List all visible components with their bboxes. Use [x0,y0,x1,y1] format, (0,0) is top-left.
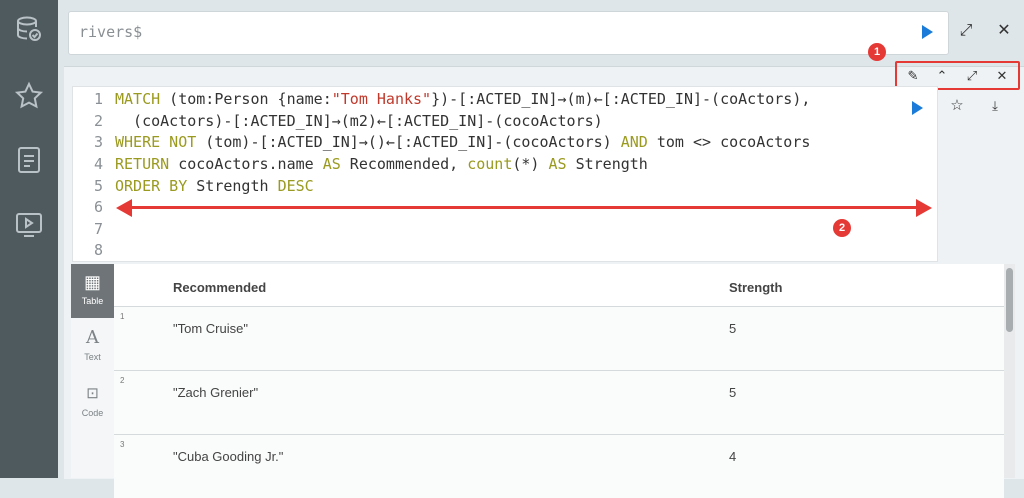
play-icon[interactable] [922,25,933,39]
code-line-1: 1 MATCH (tom:Person {name:"Tom Hanks"})-[… [93,90,811,108]
editor-prompt[interactable]: rivers$ [79,23,142,41]
database-icon[interactable] [14,14,44,44]
text-icon: A [86,327,99,348]
document-icon[interactable] [14,145,44,175]
star-outline-icon[interactable]: ☆ [948,97,966,115]
code-editor[interactable]: 1 MATCH (tom:Person {name:"Tom Hanks"})-[… [72,86,938,262]
code-line-6: 6 [93,198,103,216]
column-header-strength[interactable]: Strength [729,280,782,295]
chevron-up-icon[interactable]: ⌃ [934,68,950,84]
close-icon[interactable]: ✕ [995,22,1013,40]
column-header-recommended[interactable]: Recommended [173,280,266,295]
table-icon: ▦ [83,272,101,292]
star-icon[interactable] [14,81,44,111]
tab-table[interactable]: ▦ Table [71,264,114,318]
annotation-badge-2: 2 [833,219,851,237]
code-icon: ⊡ [86,385,99,402]
tab-code[interactable]: ⊡ Code [71,376,114,430]
results-scrollbar[interactable] [1004,264,1015,478]
annotation-arrow [126,206,920,209]
code-line-8: 8 [93,241,103,259]
view-switcher: ▦ Table A Text ⊡ Code [71,264,114,478]
table-row[interactable]: 2 "Zach Grenier" 5 [114,370,1004,434]
code-line-4: 4 RETURN cocoActors.name AS Recommended, … [93,155,648,173]
table-row[interactable]: 1 "Tom Cruise" 5 [114,306,1004,370]
pin-icon[interactable]: ✎ [905,68,921,84]
fullscreen-icon[interactable]: ⤢ [964,68,980,84]
sidebar [0,0,58,478]
play-icon[interactable] [912,101,923,115]
query-editor-bar[interactable]: rivers$ [68,11,949,55]
annotation-arrow-right-head [916,199,932,217]
table-row[interactable]: 3 "Cuba Gooding Jr." 4 [114,434,1004,498]
video-play-icon[interactable] [14,210,44,240]
close-icon[interactable]: ✕ [994,68,1010,84]
code-line-2: 2 (coActors)-[:ACTED_IN]→(m2)←[:ACTED_IN… [93,112,603,130]
code-line-3: 3 WHERE NOT (tom)-[:ACTED_IN]→()←[:ACTED_… [93,133,811,151]
expand-icon[interactable]: ⤢ [957,22,975,40]
code-line-5: 5 ORDER BY Strength DESC [93,177,314,195]
scrollbar-thumb[interactable] [1006,268,1013,332]
download-icon[interactable]: ⤓ [986,97,1004,115]
tab-text[interactable]: A Text [71,320,114,374]
code-line-7: 7 [93,220,103,238]
annotation-badge-1: 1 [868,43,886,61]
annotation-arrow-left-head [116,199,132,217]
results-table: Recommended Strength 1 "Tom Cruise" 5 2 … [114,264,1004,498]
